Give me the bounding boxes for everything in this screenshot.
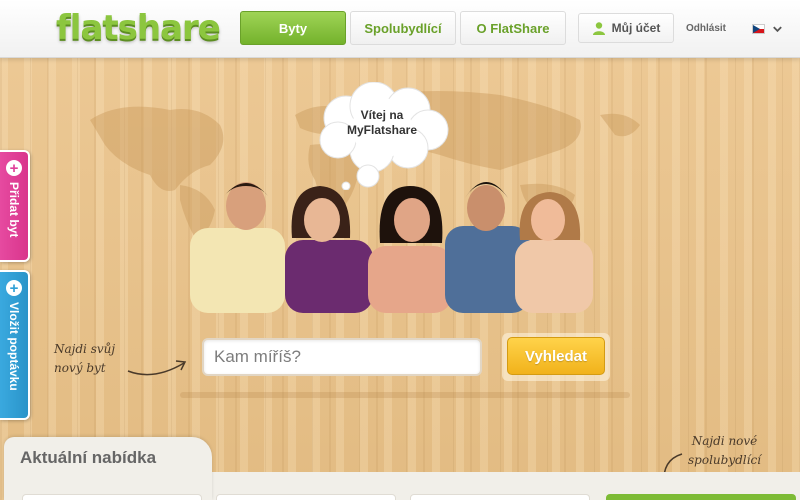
current-offers-title: Aktuální nabídka: [20, 448, 157, 467]
plus-icon: +: [6, 160, 22, 176]
welcome-line-1: Vítej na: [360, 108, 404, 122]
welcome-text: Vítej na MyFlatshare: [332, 108, 432, 138]
user-icon: [592, 22, 605, 35]
my-account-button[interactable]: Můj účet: [578, 13, 674, 43]
plus-icon: +: [6, 280, 22, 296]
hero-people-photo: [190, 182, 593, 313]
chevron-down-icon: [773, 26, 782, 33]
add-request-tab[interactable]: + Vložit poptávku: [0, 270, 30, 420]
search-hint-line-1: Najdi svůj: [54, 342, 116, 356]
roommates-hint: Najdi nové spolubydlící: [688, 432, 761, 470]
person-1: [190, 182, 285, 313]
welcome-line-2: MyFlatshare: [346, 123, 418, 137]
search-shelf-divider: [180, 392, 630, 398]
offer-card[interactable]: [410, 494, 590, 500]
offer-card[interactable]: [216, 494, 396, 500]
curved-arrow-icon: [127, 360, 187, 376]
search-hint-line-2: nový byt: [54, 361, 106, 375]
search-hint: Najdi svůj nový byt: [54, 340, 115, 378]
nav-tab-roommates[interactable]: Spolubydlící: [350, 11, 456, 45]
flatshare-logo[interactable]: flatshare: [56, 8, 221, 48]
destination-search-input[interactable]: [202, 338, 482, 376]
my-account-label: Můj účet: [611, 21, 661, 35]
top-header: flatshare Byty Spolubydlící O FlatShare …: [0, 0, 800, 58]
person-3: [368, 186, 452, 313]
person-2: [285, 186, 373, 313]
language-selector[interactable]: [752, 22, 784, 36]
search-button[interactable]: Vyhledat: [507, 337, 605, 375]
add-flat-label: Přidat byt: [7, 182, 21, 238]
logout-link[interactable]: Odhlásit: [686, 23, 726, 34]
add-request-label: Vložit poptávku: [7, 302, 21, 391]
nav-tab-flats[interactable]: Byty: [240, 11, 346, 45]
czech-flag-icon: [752, 24, 766, 34]
person-5: [515, 192, 593, 313]
offers-tab: [4, 437, 212, 500]
add-flat-tab[interactable]: + Přidat byt: [0, 150, 30, 262]
roommates-card[interactable]: [606, 494, 796, 500]
roommates-hint-line-1: Najdi nové: [691, 434, 758, 448]
offer-card[interactable]: [22, 494, 202, 500]
roommates-hint-line-2: spolubydlící: [688, 453, 762, 467]
nav-tab-about[interactable]: O FlatShare: [460, 11, 566, 45]
